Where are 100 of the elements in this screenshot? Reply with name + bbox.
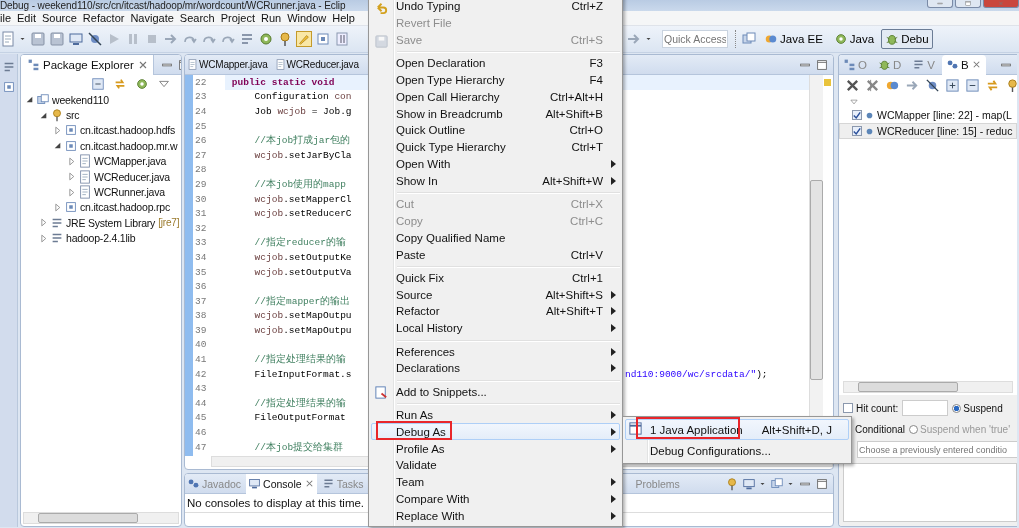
submenu-arrow-icon[interactable] bbox=[610, 511, 616, 520]
menu-item[interactable]: Show in Breadcrumb Alt+Shift+B bbox=[371, 105, 620, 123]
expand-arrow-icon[interactable] bbox=[39, 218, 48, 228]
list-icon[interactable] bbox=[239, 31, 255, 47]
tree-item[interactable]: WCMapper.java bbox=[21, 153, 181, 169]
java-file-icon[interactable] bbox=[78, 185, 92, 200]
perspective-button[interactable]: Java EE bbox=[760, 29, 827, 49]
maximize-icon[interactable] bbox=[815, 57, 829, 72]
hit-count-field[interactable] bbox=[902, 400, 949, 416]
perspective-button[interactable]: Debu bbox=[881, 29, 933, 49]
undo-icon[interactable] bbox=[374, 0, 389, 15]
java-file-icon[interactable] bbox=[274, 59, 286, 70]
view-tab[interactable]: Console bbox=[246, 474, 317, 494]
menu-item[interactable]: Validate bbox=[371, 456, 620, 474]
menu-bar-item[interactable]: Search bbox=[176, 11, 218, 25]
link-icon[interactable] bbox=[985, 78, 1000, 93]
minimize-icon[interactable] bbox=[927, 0, 953, 8]
menu-bar-item[interactable]: Navigate bbox=[127, 11, 177, 25]
breakpoint-dot-icon[interactable] bbox=[865, 126, 874, 136]
collapse-all-icon[interactable] bbox=[965, 78, 980, 93]
horizontal-scrollbar[interactable] bbox=[23, 512, 179, 524]
remove-all-icon[interactable] bbox=[865, 78, 880, 93]
menu-bar-item[interactable]: ile bbox=[0, 11, 14, 25]
tree-item[interactable]: WCRunner.java bbox=[21, 184, 181, 200]
package-icon[interactable] bbox=[27, 58, 40, 71]
checkbox[interactable] bbox=[852, 110, 862, 120]
brush-icon[interactable] bbox=[296, 31, 312, 47]
submenu-arrow-icon[interactable] bbox=[610, 478, 616, 487]
submenu-arrow-icon[interactable] bbox=[610, 160, 616, 169]
collapse-arrow-icon[interactable] bbox=[53, 141, 62, 151]
submenu-arrow-icon[interactable] bbox=[610, 410, 616, 419]
menu-item[interactable]: Show In Alt+Shift+W bbox=[371, 172, 620, 190]
submenu-arrow-icon[interactable] bbox=[610, 494, 616, 503]
variables-icon[interactable] bbox=[912, 58, 926, 71]
radio-button[interactable]: Suspend bbox=[952, 402, 1003, 414]
menu-item[interactable]: Add to Snippets... bbox=[371, 383, 620, 401]
menu-item[interactable]: Debug As bbox=[371, 423, 620, 441]
menu-item[interactable]: Team bbox=[371, 473, 620, 491]
menu-item[interactable]: Open Declaration F3 bbox=[371, 54, 620, 72]
expand-arrow-icon[interactable] bbox=[53, 125, 62, 135]
tree-item[interactable]: WCReducer.java bbox=[21, 168, 181, 185]
menu-item[interactable]: Open Call Hierarchy Ctrl+Alt+H bbox=[371, 88, 620, 106]
breakpoints-icon[interactable] bbox=[945, 58, 959, 71]
breakpoint-dot-icon[interactable] bbox=[865, 110, 874, 120]
submenu-arrow-icon[interactable] bbox=[610, 176, 616, 185]
perspective-icon[interactable] bbox=[885, 32, 900, 46]
menu-item[interactable]: Local History bbox=[371, 319, 620, 337]
gear-icon[interactable] bbox=[258, 31, 274, 47]
snippet-icon[interactable] bbox=[374, 385, 389, 401]
submenu-arrow-icon[interactable] bbox=[610, 444, 616, 453]
view-icon[interactable] bbox=[1, 80, 16, 94]
perspective-icon[interactable] bbox=[833, 32, 848, 46]
bug-icon[interactable] bbox=[877, 58, 891, 71]
expand-all-icon[interactable] bbox=[945, 78, 960, 93]
tree-item[interactable]: hadoop-2.4.1lib bbox=[21, 230, 181, 246]
submenu-arrow-icon[interactable] bbox=[610, 347, 616, 356]
menu-bar-item[interactable]: Run bbox=[257, 11, 285, 25]
tree-item[interactable]: cn.itcast.hadoop.rpc bbox=[21, 199, 181, 216]
menu-item[interactable]: Paste Ctrl+V bbox=[371, 246, 620, 263]
skip-breakpoints-icon[interactable] bbox=[87, 31, 103, 47]
submenu-arrow-icon[interactable] bbox=[610, 364, 616, 373]
menu-bar-item[interactable]: Window bbox=[284, 11, 330, 25]
menu-item[interactable]: Quick Outline Ctrl+O bbox=[371, 122, 620, 139]
menu-item[interactable]: Open With bbox=[371, 155, 620, 173]
menu-item[interactable]: References bbox=[371, 343, 620, 360]
view-tab[interactable]: B bbox=[941, 55, 986, 75]
collapse-arrow-icon[interactable] bbox=[25, 95, 34, 105]
expand-arrow-icon[interactable] bbox=[67, 187, 76, 197]
menu-bar-item[interactable]: Source bbox=[39, 11, 80, 25]
hit-count-checkbox[interactable]: Hit count: bbox=[843, 402, 899, 414]
java-file-icon[interactable] bbox=[78, 169, 92, 184]
monitor-icon[interactable] bbox=[68, 31, 84, 47]
condition-field[interactable]: Choose a previously entered conditio bbox=[857, 441, 1017, 458]
menu-item[interactable]: Undo Typing Ctrl+Z bbox=[371, 0, 620, 15]
link-icon[interactable] bbox=[113, 77, 127, 91]
pin-icon[interactable] bbox=[725, 476, 739, 491]
box-icon[interactable] bbox=[315, 31, 331, 47]
tree-item[interactable]: src bbox=[21, 107, 181, 123]
java-file-icon[interactable] bbox=[187, 59, 198, 70]
menu-item[interactable]: Quick Fix Ctrl+1 bbox=[371, 269, 620, 287]
tree-item[interactable]: weekend110 bbox=[21, 92, 181, 108]
breakpoint-item[interactable]: WCMapper [line: 22] - map(L bbox=[839, 107, 1017, 123]
tree-item[interactable]: JRE System Library [jre7] bbox=[21, 215, 181, 231]
menu-item[interactable]: Run As bbox=[371, 406, 620, 424]
checkbox[interactable] bbox=[852, 126, 862, 136]
maximize-icon[interactable] bbox=[955, 0, 981, 8]
menu-bar-item[interactable]: Edit bbox=[14, 11, 39, 25]
monitor-icon[interactable] bbox=[742, 476, 756, 491]
collapse-all-icon[interactable] bbox=[91, 77, 105, 91]
expand-arrow-icon[interactable] bbox=[67, 156, 76, 166]
menu-item[interactable]: Declarations bbox=[371, 359, 620, 377]
submenu-arrow-icon[interactable] bbox=[610, 427, 616, 436]
outline-icon[interactable] bbox=[843, 58, 856, 71]
quick-access-field[interactable]: Quick Access bbox=[662, 30, 728, 48]
menu-item[interactable]: Source Alt+Shift+S bbox=[371, 286, 620, 304]
paragraph-icon[interactable] bbox=[334, 31, 350, 47]
package-icon[interactable] bbox=[64, 200, 78, 215]
menu-item[interactable]: Profile As bbox=[371, 440, 620, 457]
open-perspective-icon[interactable] bbox=[741, 31, 757, 47]
editor-tab[interactable]: WCMapper.java bbox=[185, 55, 270, 75]
